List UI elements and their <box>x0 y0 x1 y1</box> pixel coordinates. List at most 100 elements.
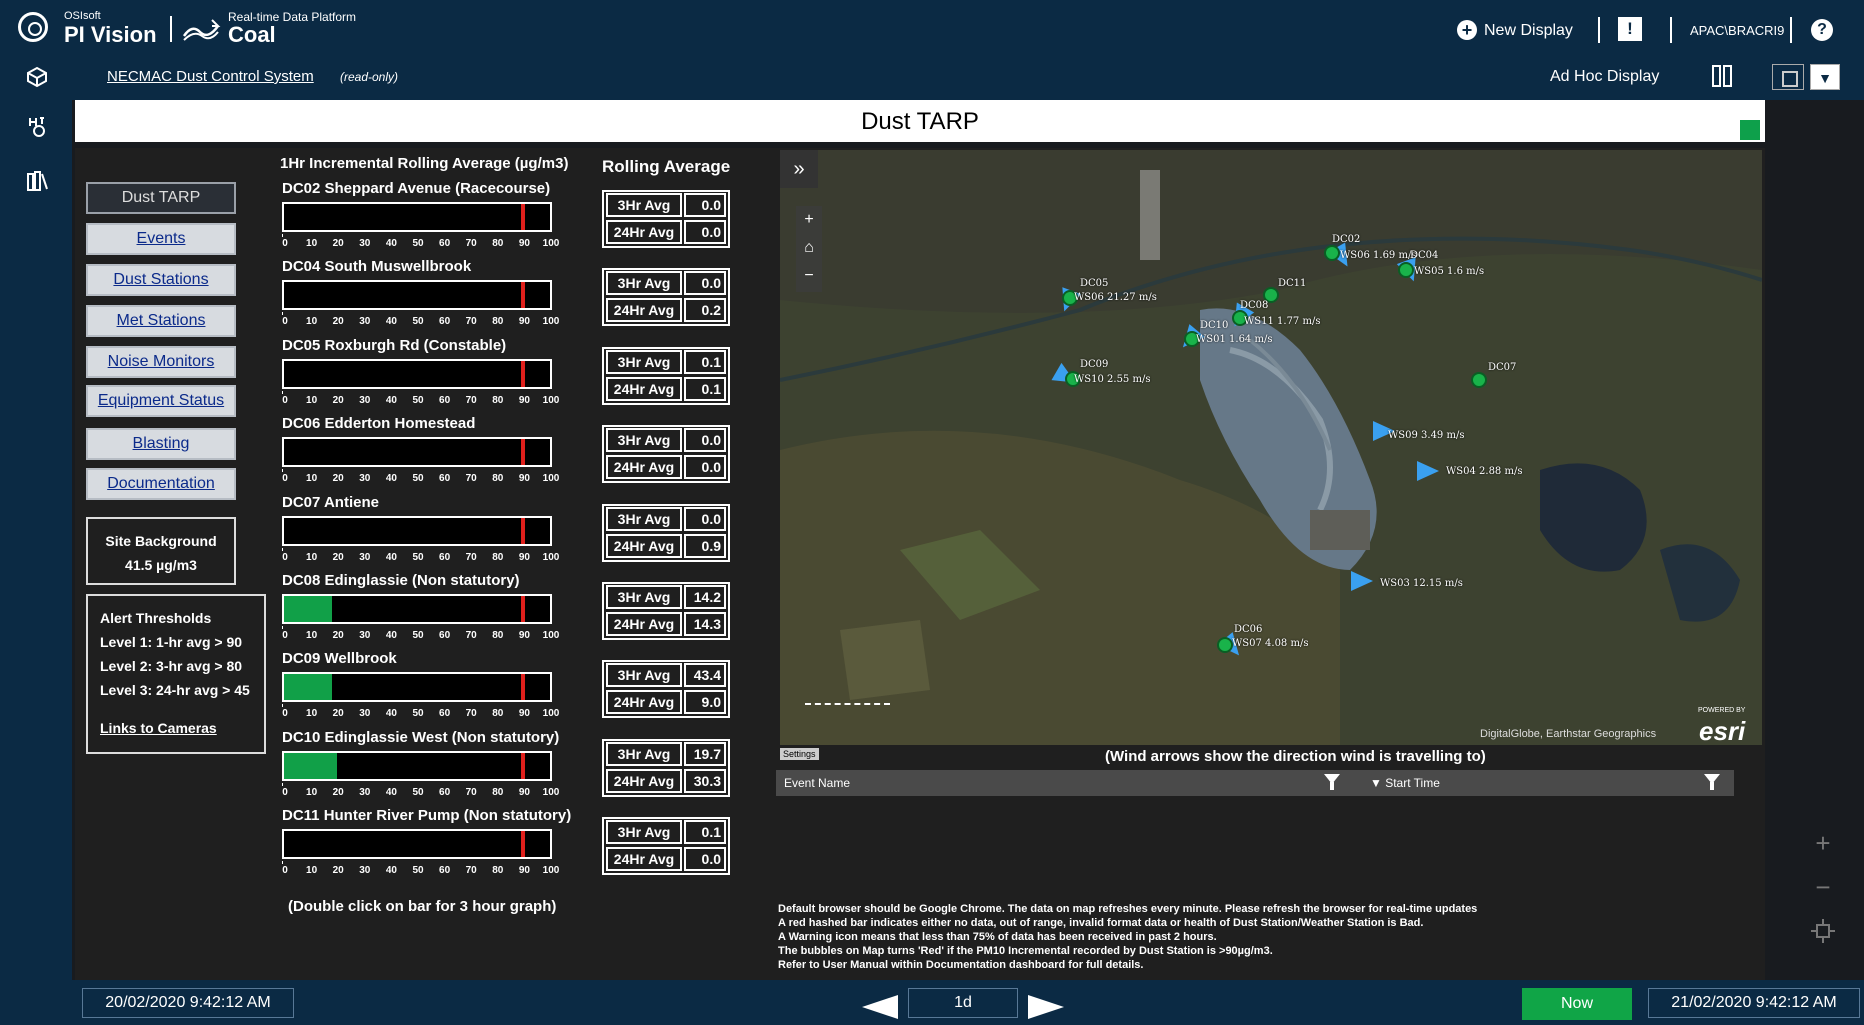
zoom-in-button[interactable]: + <box>1808 828 1838 859</box>
cube-icon[interactable] <box>26 66 48 88</box>
avg-value[interactable]: 0.0 <box>684 271 726 295</box>
help-icon[interactable]: ? <box>1811 19 1833 41</box>
note-line: Default browser should be Google Chrome.… <box>778 903 1478 915</box>
fit-to-screen-icon[interactable] <box>1808 918 1838 944</box>
station-marker[interactable] <box>1217 637 1233 653</box>
incremental-bar[interactable] <box>282 280 552 310</box>
nav-met-stations[interactable]: Met Stations <box>86 305 236 337</box>
incremental-bar[interactable] <box>282 437 552 467</box>
avg-value[interactable]: 0.0 <box>684 193 726 217</box>
start-time-field[interactable]: 20/02/2020 9:42:12 AM <box>82 988 294 1018</box>
reports-icon[interactable] <box>26 170 48 192</box>
avg-value[interactable]: 0.0 <box>684 455 726 479</box>
product-name[interactable]: PI Vision <box>64 22 157 48</box>
tick-label: 70 <box>465 630 477 641</box>
nav-dust-tarp[interactable]: Dust TARP <box>86 182 236 214</box>
avg-value[interactable]: 0.1 <box>684 350 726 374</box>
zoom-in-button[interactable]: + <box>796 206 822 234</box>
rolling-average-box: 3Hr Avg 14.2 24Hr Avg 14.3 <box>602 582 730 640</box>
avg-value[interactable]: 0.1 <box>684 820 726 844</box>
nav-noise-monitors[interactable]: Noise Monitors <box>86 346 236 378</box>
avg-24hr-row: 24Hr Avg 0.0 <box>604 219 728 246</box>
tick-label: 60 <box>439 316 451 327</box>
avg-value[interactable]: 43.4 <box>684 663 726 687</box>
zoom-out-button[interactable]: − <box>1808 872 1838 903</box>
duration-field[interactable]: 1d <box>908 988 1018 1018</box>
site-map[interactable] <box>780 150 1762 745</box>
avg-value[interactable]: 0.0 <box>684 220 726 244</box>
avg-value[interactable]: 19.7 <box>684 742 726 766</box>
tick-label: 0 <box>282 395 288 406</box>
next-period-arrow-icon[interactable] <box>1028 995 1064 1019</box>
incremental-bar[interactable] <box>282 829 552 859</box>
wind-arrow-icon <box>1351 571 1373 591</box>
bar-scale: 0 10 20 30 40 50 60 70 80 90 100 <box>282 548 572 566</box>
tick-label: 20 <box>332 238 344 249</box>
avg-value[interactable]: 9.0 <box>684 690 726 714</box>
alert-icon[interactable]: ! <box>1618 17 1642 41</box>
map-label: WS06 21.27 m/s <box>1074 292 1157 303</box>
expand-panel-button[interactable]: » <box>780 150 818 188</box>
map-label: WS07 4.08 m/s <box>1232 638 1309 649</box>
avg-value[interactable]: 0.9 <box>684 534 726 558</box>
incremental-bar[interactable] <box>282 672 552 702</box>
user-account[interactable]: APAC\BRACRI9 <box>1690 23 1784 38</box>
zoom-out-button[interactable]: − <box>796 262 822 290</box>
avg-value[interactable]: 0.1 <box>684 377 726 401</box>
incremental-bar[interactable] <box>282 516 552 546</box>
map-label: WS10 2.55 m/s <box>1074 374 1151 385</box>
station-marker[interactable] <box>1324 245 1340 261</box>
event-name-column[interactable]: Event Name <box>784 776 850 790</box>
station-marker[interactable] <box>1471 372 1487 388</box>
nav-events[interactable]: Events <box>86 223 236 255</box>
avg-value[interactable]: 30.3 <box>684 769 726 793</box>
incremental-bar[interactable] <box>282 359 552 389</box>
avg-value[interactable]: 0.0 <box>684 507 726 531</box>
tick-label: 50 <box>412 630 424 641</box>
plus-icon[interactable]: + <box>1457 20 1477 40</box>
tick-label: 70 <box>465 238 477 249</box>
save-button[interactable] <box>1772 64 1804 90</box>
page-title: Dust TARP <box>861 108 979 135</box>
avg-value[interactable]: 0.0 <box>684 428 726 452</box>
map-label: WS03 12.15 m/s <box>1380 578 1463 589</box>
nav-blasting[interactable]: Blasting <box>86 428 236 460</box>
station-marker[interactable] <box>1398 262 1414 278</box>
home-icon[interactable]: ⌂ <box>796 234 822 262</box>
nav-documentation[interactable]: Documentation <box>86 468 236 500</box>
map-settings-button[interactable]: Settings <box>780 748 819 760</box>
start-time-column[interactable]: ▼ Start Time <box>1370 776 1440 790</box>
display-name-link[interactable]: NECMAC Dust Control System <box>107 68 314 85</box>
processbook-icon[interactable] <box>26 116 48 138</box>
links-to-cameras[interactable]: Links to Cameras <box>100 716 252 740</box>
end-time-field[interactable]: 21/02/2020 9:42:12 AM <box>1648 988 1860 1018</box>
tick-label: 80 <box>492 316 504 327</box>
new-display-button[interactable]: New Display <box>1484 22 1573 40</box>
incremental-bar[interactable] <box>282 594 552 624</box>
tick-label: 90 <box>518 552 530 563</box>
pi-vision-logo-icon[interactable] <box>18 12 48 42</box>
now-button[interactable]: Now <box>1522 988 1632 1020</box>
incremental-bar[interactable] <box>282 751 552 781</box>
avg-value[interactable]: 0.2 <box>684 298 726 322</box>
compare-icon[interactable] <box>1711 64 1733 88</box>
threshold-marker <box>521 439 526 465</box>
ad-hoc-display-button[interactable]: Ad Hoc Display <box>1550 68 1659 86</box>
map-label: DC10 <box>1200 320 1229 331</box>
nav-equipment-status[interactable]: Equipment Status <box>86 385 236 417</box>
filter-icon[interactable] <box>1704 774 1720 790</box>
map-label: DC07 <box>1488 362 1517 373</box>
avg-24hr-row: 24Hr Avg 0.0 <box>604 454 728 481</box>
avg-value[interactable]: 0.0 <box>684 847 726 871</box>
tick-label: 40 <box>385 316 397 327</box>
previous-period-arrow-icon[interactable] <box>862 995 898 1019</box>
rolling-average-box: 3Hr Avg 0.0 24Hr Avg 0.0 <box>602 425 730 483</box>
coal-platform-icon <box>182 19 221 41</box>
incremental-bar[interactable] <box>282 202 552 232</box>
tick-label: 60 <box>439 238 451 249</box>
nav-dust-stations[interactable]: Dust Stations <box>86 264 236 296</box>
chevron-down-icon[interactable]: ▼ <box>1810 64 1840 90</box>
avg-value[interactable]: 14.3 <box>684 612 726 636</box>
filter-icon[interactable] <box>1324 774 1340 790</box>
avg-value[interactable]: 14.2 <box>684 585 726 609</box>
